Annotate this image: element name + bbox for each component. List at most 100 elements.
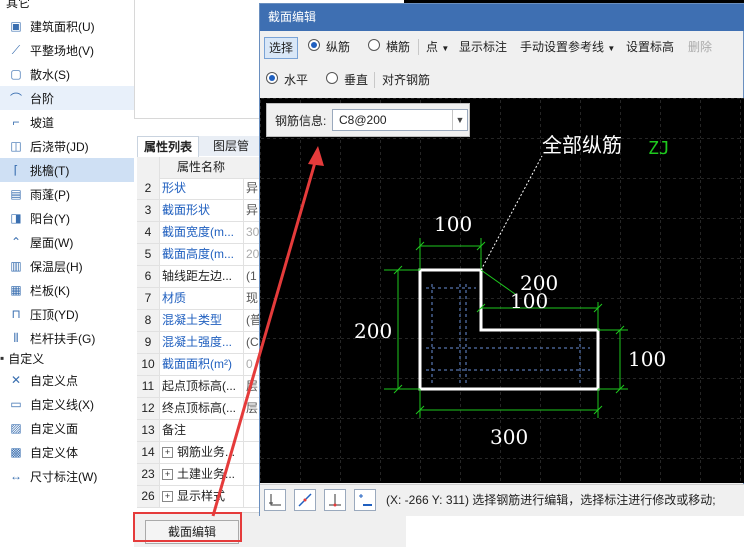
transverse-radio[interactable] (368, 39, 380, 51)
property-name-text: 材质 (162, 291, 187, 305)
property-row[interactable]: 23 + 土建业务... (137, 464, 260, 486)
horizontal-label[interactable]: 水平 (280, 70, 312, 90)
tree-item[interactable]: ⌃ 屋面(W) (0, 230, 134, 254)
longitudinal-label[interactable]: 纵筋 (322, 37, 354, 57)
chevron-down-icon[interactable]: ▼ (452, 110, 467, 130)
tree-item[interactable]: ⌐ 坡道 (0, 110, 134, 134)
tree-item[interactable]: ▦ 栏板(K) (0, 278, 134, 302)
row-number: 13 (137, 420, 160, 441)
property-row[interactable]: 4 截面宽度(m... 30 (137, 222, 260, 244)
row-number: 23 (137, 464, 160, 485)
horizontal-radio[interactable] (266, 72, 278, 84)
tree-group-other[interactable]: 其它 (6, 0, 140, 12)
point-dropdown[interactable]: 点 ▼ (422, 37, 453, 57)
tree-item-custom[interactable]: ↔ 尺寸标注(W) (0, 464, 134, 488)
expand-icon[interactable]: + (162, 469, 173, 481)
dialog-title[interactable]: 截面编辑 (260, 4, 744, 31)
tree-item[interactable]: ▥ 保温层(H) (0, 254, 134, 278)
ramp-icon: ⌐ (12, 115, 20, 129)
vertical-radio[interactable] (326, 72, 338, 84)
property-row[interactable]: 13 备注 (137, 420, 260, 442)
tree-item[interactable]: ⌒ 台阶 (0, 86, 134, 110)
tree-item-label: 后浇带(JD) (30, 139, 89, 154)
property-row[interactable]: 14 + 钢筋业务... (137, 442, 260, 464)
property-name: 混凝土类型 (162, 310, 242, 331)
perpendicular-snap-icon[interactable] (324, 489, 346, 511)
property-name-text: 截面高度(m... (162, 247, 234, 261)
property-row[interactable]: 5 截面高度(m... 20 (137, 244, 260, 266)
tab-layer-management[interactable]: 图层管理 (207, 136, 260, 173)
property-row[interactable]: 11 起点顶标高(... 层 (137, 376, 260, 398)
steps-icon: ⌒ (9, 91, 22, 106)
tree-item-label: 栏板(K) (30, 283, 70, 298)
property-name: 终点顶标高(... (162, 398, 242, 419)
expand-icon[interactable]: + (162, 447, 173, 459)
collapse-icon[interactable]: ▪ (0, 351, 4, 365)
dim-top-label[interactable]: 100 (434, 212, 472, 236)
tree-item-custom[interactable]: ▨ 自定义面 (0, 416, 134, 440)
tree-item[interactable]: ⟋ 平整场地(V) (0, 38, 134, 62)
property-row[interactable]: 12 终点顶标高(... 层 (137, 398, 260, 420)
show-marks-button[interactable]: 显示标注 (455, 37, 511, 57)
tree-item[interactable]: ⌈ 挑檐(T) (0, 158, 134, 182)
tree-item[interactable]: ⊓ 压顶(YD) (0, 302, 134, 326)
property-row[interactable]: 9 混凝土强度... (C (137, 332, 260, 354)
dim-left-label[interactable]: 200 (354, 319, 392, 343)
tree-item-custom[interactable]: ▭ 自定义线(X) (0, 392, 134, 416)
tree-item-custom[interactable]: ▩ 自定义体 (0, 440, 134, 464)
tree-item[interactable]: ▢ 散水(S) (0, 62, 134, 86)
section-edit-dialog: 截面编辑 选择 纵筋 横筋 点 ▼ 显示标注 手动设置参考线 ▼ 设置标高 删除… (259, 3, 744, 516)
property-row[interactable]: 8 混凝土类型 (普 (137, 310, 262, 332)
property-row[interactable]: 7 材质现 (137, 288, 260, 310)
component-list-panel (134, 0, 261, 119)
tree-item[interactable]: ▤ 雨蓬(P) (0, 182, 134, 206)
dim-inner-label[interactable]: 100 (510, 289, 548, 313)
property-row[interactable]: 6 轴线距左边... (1 (137, 266, 260, 288)
property-name: 混凝土强度... (162, 332, 242, 353)
tree-item[interactable]: ▣ 建筑面积(U) (0, 14, 134, 38)
rebar-info-select[interactable]: C8@200 ▼ (332, 109, 468, 131)
tree-group-custom[interactable]: ▪ 自定义 (0, 348, 134, 368)
select-button[interactable]: 选择 (264, 37, 299, 59)
align-rebar-button[interactable]: 对齐钢筋 (378, 70, 434, 90)
expand-icon[interactable]: + (162, 491, 173, 503)
row-number: 3 (137, 200, 160, 221)
tree-item[interactable]: ◨ 阳台(Y) (0, 206, 134, 230)
property-row[interactable]: 3 截面形状异 (137, 200, 260, 222)
dialog-toolbar-primary: 选择 纵筋 横筋 点 ▼ 显示标注 手动设置参考线 ▼ 设置标高 删除 (260, 33, 744, 61)
tree-item[interactable]: ◫ 后浇带(JD) (0, 134, 134, 158)
manual-reference-dropdown[interactable]: 手动设置参考线 ▼ (516, 37, 619, 57)
rebar-info-value: C8@200 (339, 113, 387, 127)
property-table-header: 属性名称 (137, 157, 260, 179)
tab-property-list[interactable]: 属性列表 (137, 136, 200, 157)
row-number: 26 (137, 486, 160, 507)
longitudinal-radio[interactable] (308, 39, 320, 51)
tree-item-custom[interactable]: ✕ 自定义点 (0, 368, 134, 392)
vertical-label[interactable]: 垂直 (340, 70, 372, 90)
property-row[interactable]: 10 截面面积(m²) 0 (137, 354, 260, 376)
dim-right-label[interactable]: 100 (628, 347, 666, 371)
snap-line-icon[interactable] (294, 489, 316, 511)
dimension-snap-icon[interactable] (354, 489, 376, 511)
row-number: 8 (137, 310, 160, 331)
railing-icon: ⫴ (13, 330, 19, 345)
dim-bottom-label[interactable]: 300 (490, 425, 528, 449)
zj-label[interactable]: ZJ (648, 138, 670, 159)
property-row[interactable]: 2 形状异 (137, 178, 260, 200)
property-name: 形状 (162, 178, 242, 199)
set-elevation-button[interactable]: 设置标高 (622, 37, 678, 57)
property-name-text: 起点顶标高(... (162, 379, 236, 393)
tree-item[interactable]: ⫴ 栏杆扶手(G) (0, 326, 134, 350)
property-row[interactable]: 26 + 显示样式 (137, 486, 260, 508)
orthogonal-mode-icon[interactable] (264, 489, 286, 511)
section-drawing-canvas[interactable]: 全部纵筋 ZJ 100 200 200 100 100 300 钢筋信息: C8… (260, 98, 744, 483)
highlight-annotation-box (133, 512, 242, 542)
all-longitudinal-label[interactable]: 全部纵筋 (542, 133, 622, 157)
property-name: 材质 (162, 288, 242, 309)
custom-face-icon: ▨ (10, 421, 22, 435)
delete-button[interactable]: 删除 (684, 37, 716, 57)
property-name-text: 混凝土强度... (162, 335, 233, 349)
transverse-label[interactable]: 横筋 (382, 37, 414, 57)
tree-item-label: 自定义体 (30, 445, 79, 460)
property-name: 备注 (162, 420, 242, 441)
